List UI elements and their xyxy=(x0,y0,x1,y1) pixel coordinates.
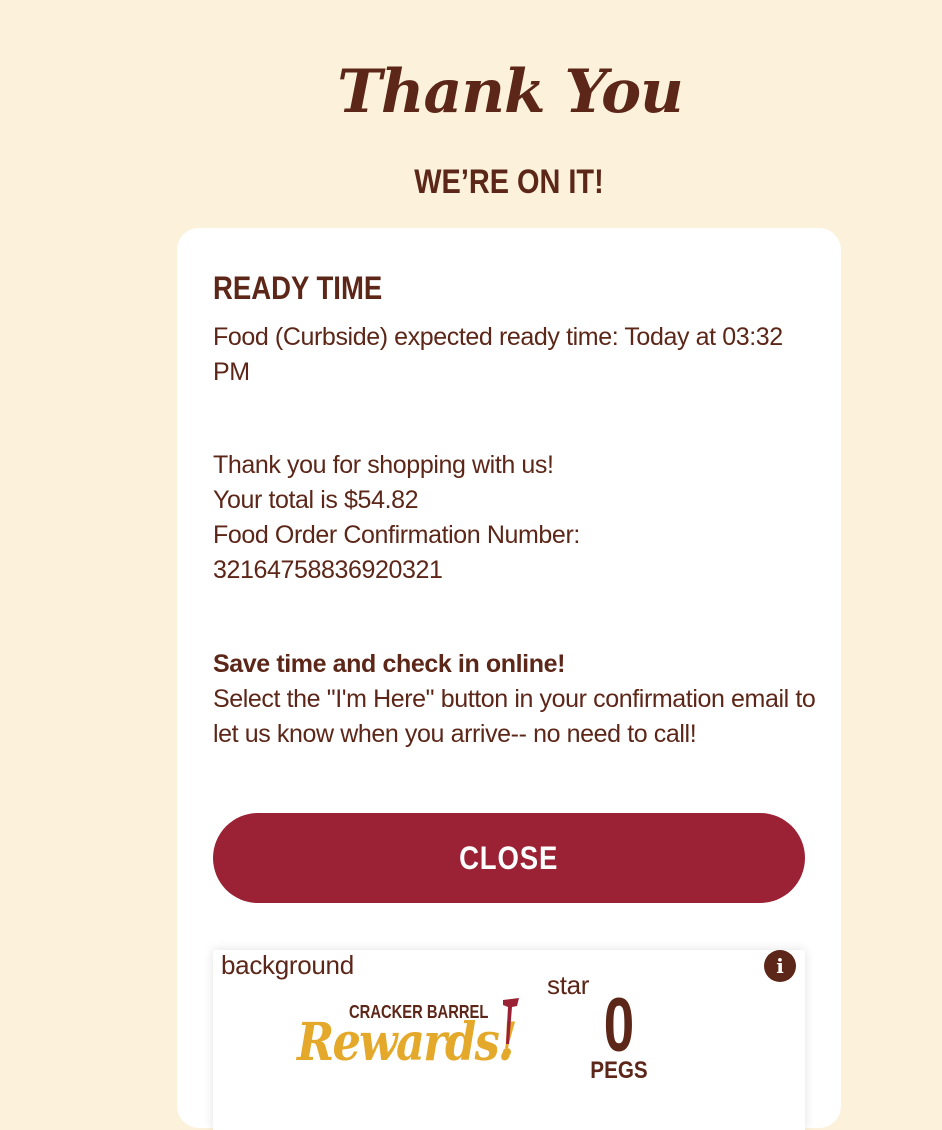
page-subtitle: WE’RE ON IT! xyxy=(414,163,604,201)
confirmation-label: Food Order Confirmation Number: xyxy=(213,521,580,549)
close-button[interactable]: CLOSE xyxy=(213,813,805,903)
peg-icon xyxy=(503,998,519,1056)
checkin-text: Select the "I'm Here" button in your con… xyxy=(213,685,816,748)
page-title: Thank You xyxy=(337,57,684,127)
ready-time-text: Food (Curbside) expected ready time: Tod… xyxy=(213,323,783,386)
order-summary: Thank you for shopping with us! Your tot… xyxy=(213,448,823,588)
confirmation-card: READY TIME Food (Curbside) expected read… xyxy=(177,228,841,1130)
confirmation-number: 32164758836920321 xyxy=(213,556,443,584)
checkin-heading: Save time and check in online! xyxy=(213,650,566,678)
rewards-panel: background i CRACKER BARREL Rewards! sta… xyxy=(213,950,805,1130)
pegs-count: 0 xyxy=(603,983,635,1068)
background-image-alt-text: background xyxy=(221,950,358,980)
checkin-info: Save time and check in online! Select th… xyxy=(213,647,823,752)
pegs-label: PEGS xyxy=(590,1057,648,1084)
rewards-logo-script-text: Rewards! xyxy=(297,1012,518,1073)
info-icon[interactable]: i xyxy=(764,950,796,982)
order-thanks: Thank you for shopping with us! xyxy=(213,451,554,479)
ready-time-heading: READY TIME xyxy=(213,270,383,306)
order-total: Your total is $54.82 xyxy=(213,486,419,514)
rewards-logo: CRACKER BARREL Rewards! xyxy=(297,994,537,1074)
close-button-label: CLOSE xyxy=(459,839,559,876)
